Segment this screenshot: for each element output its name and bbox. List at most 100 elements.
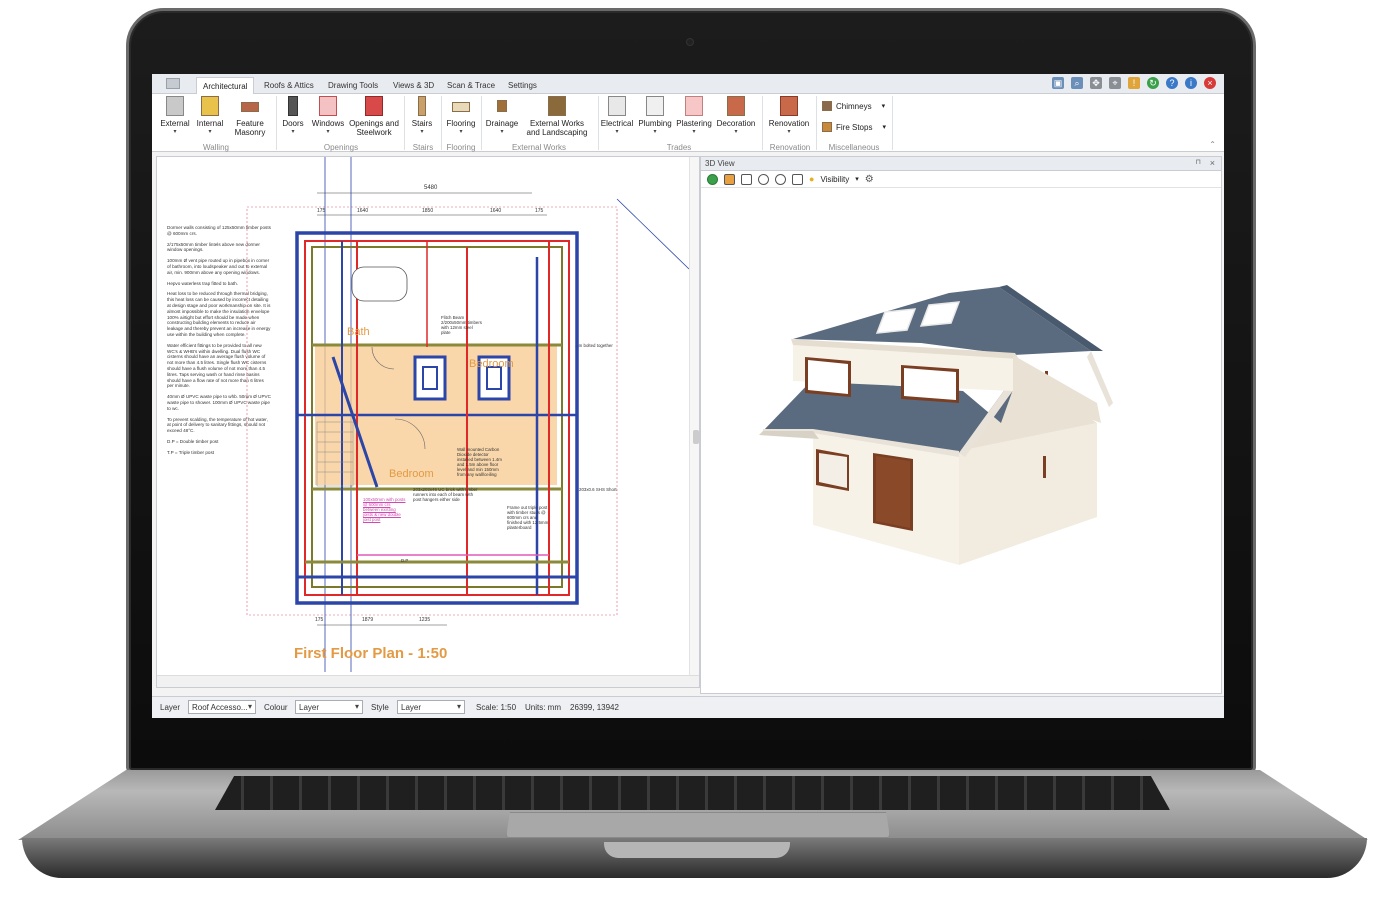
style-select[interactable]: Layer: [397, 700, 465, 714]
stairs-button[interactable]: Stairs ▾: [408, 96, 436, 142]
group-trades: Trades: [666, 143, 692, 152]
tab-roofs-attics[interactable]: Roofs & Attics: [258, 77, 320, 94]
dim-top: 1640: [490, 208, 501, 214]
plan-horizontal-scrollbar[interactable]: [157, 675, 699, 687]
electrical-button[interactable]: Electrical ▾: [600, 96, 634, 142]
ribbon-separator: [404, 96, 405, 150]
layer-label: Layer: [160, 703, 181, 712]
style-label: Style: [371, 703, 389, 712]
perspective-icon[interactable]: [741, 173, 752, 185]
ribbon-tabbar: Architectural Roofs & Attics Drawing Too…: [152, 74, 1224, 94]
info-icon[interactable]: i: [1185, 77, 1197, 89]
plumbing-button[interactable]: Plumbing ▾: [638, 96, 672, 142]
drainage-button[interactable]: Drainage ▾: [484, 96, 520, 142]
pan-icon[interactable]: ✥: [1090, 77, 1102, 89]
door-icon: [288, 96, 298, 116]
dp-label: D.P: [401, 558, 409, 563]
renovation-button[interactable]: Renovation ▾: [766, 96, 812, 142]
flooring-button[interactable]: Flooring ▾: [444, 96, 478, 142]
window-controls: ▣ ⌕ ✥ ⌖ ! ↻ ? i ×: [1052, 77, 1216, 89]
pin-icon[interactable]: ⊓: [1196, 158, 1201, 166]
collapse-ribbon-icon[interactable]: ⌃: [1209, 140, 1216, 149]
dim-top: 1640: [357, 208, 368, 214]
masonry-icon: [241, 102, 259, 112]
ribbon-separator: [598, 96, 599, 150]
units-readout: Units: mm: [525, 703, 561, 712]
house-3d-model[interactable]: [701, 191, 1221, 691]
zoom-icon[interactable]: ⌕: [1071, 77, 1083, 89]
alert-icon[interactable]: !: [1128, 77, 1140, 89]
tab-architectural[interactable]: Architectural: [196, 77, 255, 94]
dim-total: 5480: [424, 185, 438, 191]
wall-icon: [166, 96, 184, 116]
flooring-icon: [452, 102, 470, 112]
lightbulb-icon: ●: [809, 174, 815, 184]
uc-beam-note: 203x203x46 UC brick with timber runners …: [413, 487, 478, 502]
group-stairs: Stairs: [412, 143, 434, 152]
gear-icon[interactable]: ⚙: [865, 174, 874, 185]
walk-icon[interactable]: [775, 173, 786, 185]
visibility-dropdown[interactable]: Visibility: [820, 175, 849, 184]
fire-stops-button[interactable]: Fire Stops ▾: [822, 122, 886, 132]
tab-drawing-tools[interactable]: Drawing Tools: [322, 77, 384, 94]
tab-settings[interactable]: Settings: [502, 77, 543, 94]
ribbon: External ▾ Internal ▾ Feature Masonry Wall…: [152, 94, 1224, 152]
flitch-beam-note: Flitch Beam 2/200x50mm timbers with 12mm…: [441, 315, 482, 335]
chimneys-button[interactable]: Chimneys ▾: [822, 101, 885, 111]
decoration-button[interactable]: Decoration ▾: [716, 96, 756, 142]
view-3d-title: 3D View: [705, 159, 735, 168]
room-label: Bedroom: [389, 468, 434, 480]
view-3d-header: 3D View ⊓ ×: [701, 157, 1221, 171]
close-icon[interactable]: ×: [1204, 77, 1216, 89]
ribbon-separator: [441, 96, 442, 150]
tab-views-3d[interactable]: Views & 3D: [387, 77, 440, 94]
openings-steelwork-button[interactable]: Openings and Steelwork: [348, 96, 400, 142]
joist-note: 100x50mm with posts @ 600mm crs between …: [363, 497, 406, 522]
close-panel-icon[interactable]: ×: [1210, 158, 1215, 168]
dim-bottom: 175: [315, 617, 324, 623]
doors-button[interactable]: Doors ▾: [280, 96, 306, 142]
zoom-window-icon[interactable]: ⌖: [1109, 77, 1121, 89]
stairs-icon: [418, 96, 426, 116]
refresh-icon[interactable]: [707, 173, 718, 185]
bolted-note: ...m bolted together: [575, 343, 613, 348]
camera-icon[interactable]: [792, 173, 803, 185]
room-label: Bath: [347, 326, 370, 338]
app-menu-icon[interactable]: [166, 78, 180, 89]
plan-vertical-scrollbar[interactable]: [689, 157, 699, 687]
group-flooring: Flooring: [446, 143, 476, 152]
group-renovation: Renovation: [769, 143, 811, 152]
view-3d-toolbar: ● Visibility ▾ ⚙: [701, 171, 1221, 188]
floor-plan-drawing: 5480 175 1640 1850 1640 175 175 1879 123…: [246, 157, 690, 672]
tab-scan-trace[interactable]: Scan & Trace: [441, 77, 501, 94]
floor-plan-view[interactable]: Dormer walls consisting of 125x50mm timb…: [156, 156, 700, 688]
layer-select[interactable]: Roof Accesso...: [188, 700, 256, 714]
orbit-icon[interactable]: [758, 173, 769, 185]
feature-masonry-button[interactable]: Feature Masonry: [230, 96, 270, 142]
detector-note: Wall mounted Carbon Dioxide detector ins…: [457, 447, 502, 477]
external-wall-button[interactable]: External ▾: [158, 96, 192, 142]
refresh-icon[interactable]: ↻: [1147, 77, 1159, 89]
colour-select[interactable]: Layer: [295, 700, 363, 714]
internal-wall-button[interactable]: Internal ▾: [194, 96, 226, 142]
dim-top: 175: [535, 208, 544, 214]
drainage-icon: [497, 100, 507, 112]
splitter-handle[interactable]: [693, 430, 699, 444]
plastering-button[interactable]: Plastering ▾: [676, 96, 712, 142]
lid-notch: [604, 842, 790, 858]
status-bar: Layer Roof Accesso... Colour Layer Style…: [152, 696, 1224, 718]
windows-button[interactable]: Windows ▾: [310, 96, 346, 142]
group-external-works: External Works: [511, 143, 567, 152]
external-works-button[interactable]: External Works and Landscaping: [522, 96, 592, 142]
window-icon: [319, 96, 337, 116]
fire-stop-icon: [822, 122, 832, 132]
keyboard: [215, 776, 1170, 810]
help-icon[interactable]: ?: [1166, 77, 1178, 89]
group-walling: Walling: [203, 143, 229, 152]
home-icon[interactable]: [724, 173, 735, 185]
renovation-icon: [780, 96, 798, 116]
zoom-extents-icon[interactable]: ▣: [1052, 77, 1064, 89]
app-window: Architectural Roofs & Attics Drawing Too…: [152, 74, 1224, 718]
group-openings: Openings: [323, 143, 359, 152]
dim-bottom: 1879: [362, 617, 373, 623]
